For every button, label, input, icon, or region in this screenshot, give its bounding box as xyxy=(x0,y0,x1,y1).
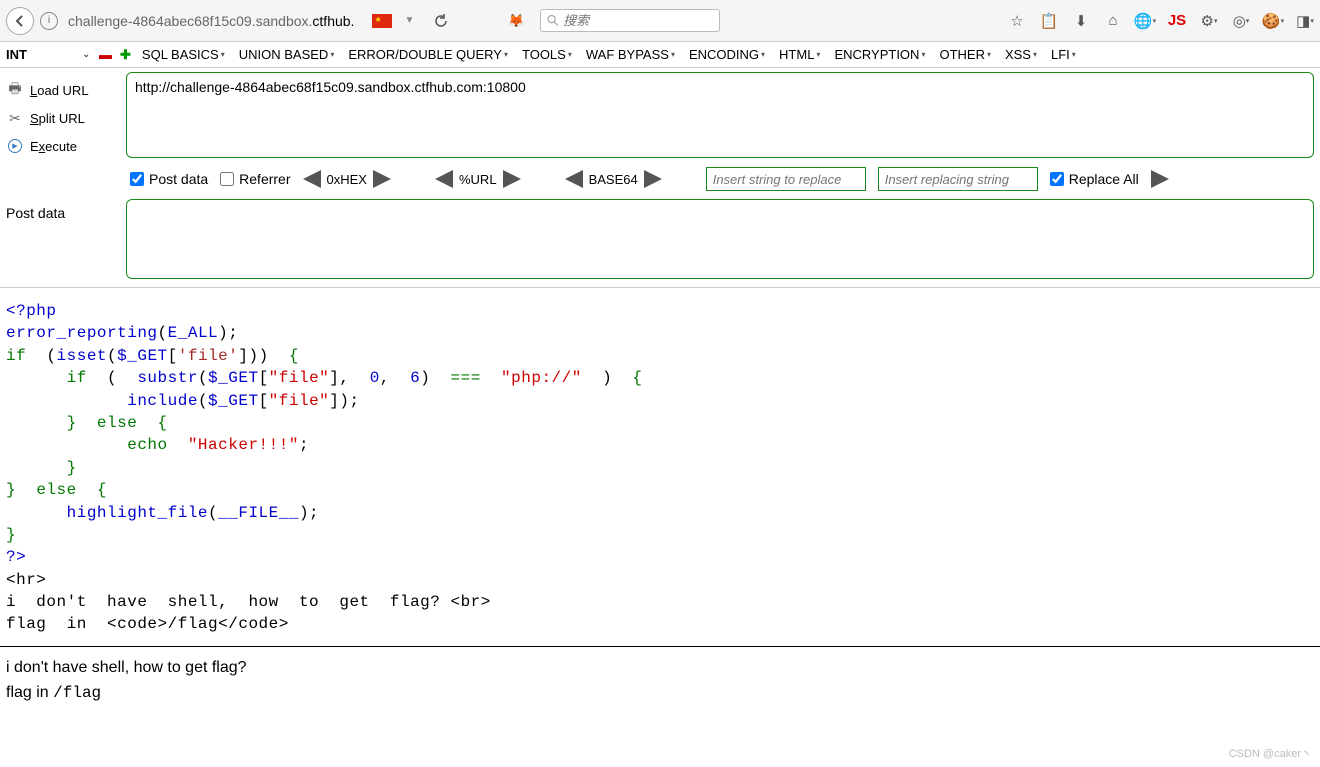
divider xyxy=(0,646,1320,647)
menu-tools[interactable]: TOOLS▾ xyxy=(522,47,572,62)
menu-sql-basics[interactable]: SQL BASICS▾ xyxy=(142,47,225,62)
replace-from-input[interactable] xyxy=(706,167,866,191)
sidebar-icon[interactable]: ◨▾ xyxy=(1296,12,1314,30)
hackbar-body: 🖶Load URL ✂Split URL ▶Execute xyxy=(0,68,1320,161)
watermark: CSDN @caker丶 xyxy=(1229,745,1312,761)
globe-icon[interactable]: 🌐▾ xyxy=(1136,12,1154,30)
replace-all-checkbox[interactable]: Replace All xyxy=(1050,171,1139,187)
minus-icon[interactable]: ▬ xyxy=(99,47,112,62)
hackbar-options: Post data Referrer 0xHEX %URL BASE64 Rep… xyxy=(0,161,1320,195)
base64-button[interactable]: BASE64 xyxy=(565,170,662,188)
replace-to-input[interactable] xyxy=(878,167,1038,191)
hackbar-sidebar: 🖶Load URL ✂Split URL ▶Execute xyxy=(6,72,126,161)
site-info-icon[interactable]: i xyxy=(40,12,58,30)
reload-button[interactable] xyxy=(430,10,452,32)
menu-union-based[interactable]: UNION BASED▾ xyxy=(239,47,335,62)
rendered-line1: i don't have shell, how to get flag? xyxy=(6,655,1314,681)
menu-other[interactable]: OTHER▾ xyxy=(939,47,991,62)
menu-encoding[interactable]: ENCODING▾ xyxy=(689,47,765,62)
url-prefix: challenge-4864abec68f15c09.sandbox. xyxy=(68,13,312,29)
js-icon[interactable]: JS xyxy=(1168,12,1186,30)
home-icon[interactable]: ⌂ xyxy=(1104,12,1122,30)
postdata-input[interactable] xyxy=(126,199,1314,279)
load-url-button[interactable]: 🖶Load URL xyxy=(6,76,126,104)
browser-toolbar: i challenge-4864abec68f15c09.sandbox.ctf… xyxy=(0,0,1320,42)
search-input[interactable] xyxy=(563,13,713,28)
execute-button[interactable]: ▶Execute xyxy=(6,132,126,160)
menu-lfi[interactable]: LFI▾ xyxy=(1051,47,1076,62)
play-icon: ▶ xyxy=(6,137,24,155)
clipboard-icon[interactable]: 📋 xyxy=(1040,12,1058,30)
menu-html[interactable]: HTML▾ xyxy=(779,47,820,62)
url-encode-button[interactable]: %URL xyxy=(435,170,521,188)
scissors-icon: ✂ xyxy=(6,109,24,127)
hackbar-url-input[interactable] xyxy=(126,72,1314,158)
download-icon[interactable]: ⬇ xyxy=(1072,12,1090,30)
hex-button[interactable]: 0xHEX xyxy=(303,170,391,188)
fox-icon[interactable]: 🦊 xyxy=(506,11,526,31)
int-selector[interactable]: INT⌄ xyxy=(6,47,94,62)
referrer-checkbox[interactable]: Referrer xyxy=(220,171,290,187)
search-box[interactable] xyxy=(540,9,720,32)
printer-icon: 🖶 xyxy=(6,81,24,99)
browser-icons: ☆ 📋 ⬇ ⌂ 🌐▾ JS ⚙▾ ◎▾ 🍪▾ ◨▾ xyxy=(1008,12,1314,30)
hackbar-menu: INT⌄ ▬ ✚ SQL BASICS▾ UNION BASED▾ ERROR/… xyxy=(0,42,1320,68)
url-domain: ctfhub. xyxy=(312,13,354,29)
menu-waf-bypass[interactable]: WAF BYPASS▾ xyxy=(586,47,675,62)
menu-error-double[interactable]: ERROR/DOUBLE QUERY▾ xyxy=(348,47,508,62)
postdata-label: Post data xyxy=(6,199,126,279)
postdata-checkbox[interactable]: Post data xyxy=(130,171,208,187)
postdata-row: Post data xyxy=(0,195,1320,288)
china-flag-icon xyxy=(372,14,392,28)
split-url-button[interactable]: ✂Split URL xyxy=(6,104,126,132)
php-source-code: <?php error_reporting(E_ALL); if (isset(… xyxy=(0,288,1320,642)
back-button[interactable] xyxy=(6,7,34,35)
rendered-output: i don't have shell, how to get flag? fla… xyxy=(0,651,1320,711)
cookie-icon[interactable]: 🍪▾ xyxy=(1264,12,1282,30)
plus-icon[interactable]: ✚ xyxy=(120,47,131,63)
url-display[interactable]: challenge-4864abec68f15c09.sandbox.ctfhu… xyxy=(64,13,358,29)
replace-go-button[interactable] xyxy=(1151,170,1169,188)
target-icon[interactable]: ◎▾ xyxy=(1232,12,1250,30)
rendered-line2: flag in /flag xyxy=(6,680,1314,707)
menu-xss[interactable]: XSS▾ xyxy=(1005,47,1037,62)
menu-encryption[interactable]: ENCRYPTION▾ xyxy=(834,47,925,62)
dropdown-icon[interactable]: ▼ xyxy=(404,15,414,26)
gear-icon[interactable]: ⚙▾ xyxy=(1200,12,1218,30)
star-icon[interactable]: ☆ xyxy=(1008,12,1026,30)
